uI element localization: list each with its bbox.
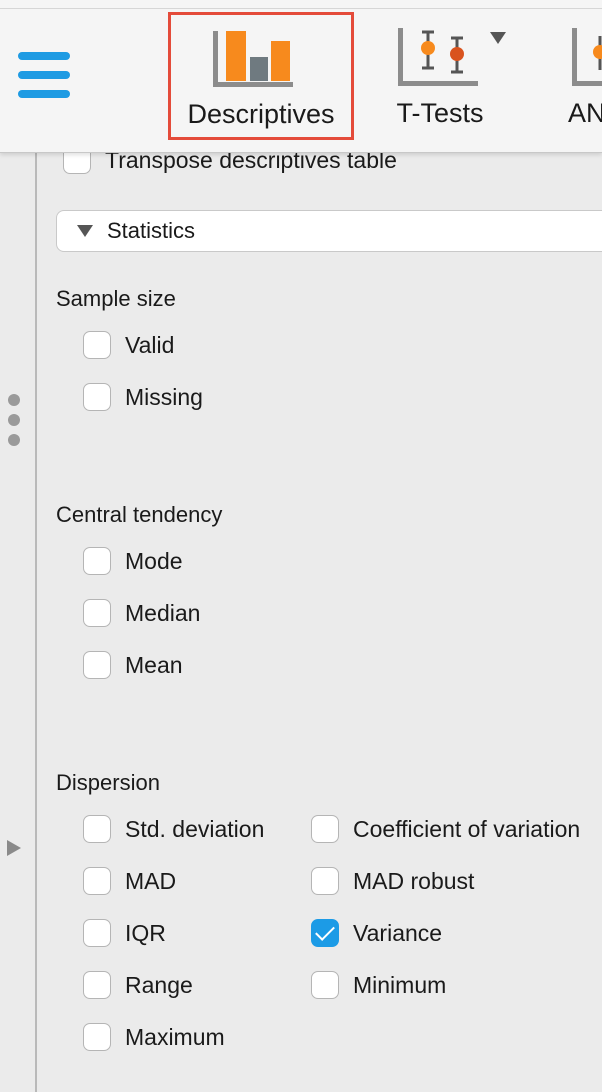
mode-label: Mode xyxy=(125,547,183,574)
descriptives-module-label: Descriptives xyxy=(187,99,335,129)
minimum-option[interactable]: Minimum xyxy=(311,970,446,1000)
minimum-label: Minimum xyxy=(353,971,447,998)
mad-robust-label: MAD robust xyxy=(353,867,475,894)
statistics-section-header[interactable]: Statistics xyxy=(56,210,602,252)
mode-checkbox[interactable] xyxy=(83,547,111,575)
descriptives-bar-chart-icon xyxy=(213,31,293,87)
splitter-grip-icon[interactable] xyxy=(8,414,20,426)
anova-icon xyxy=(572,28,602,86)
dispersion-heading: Dispersion xyxy=(56,770,160,795)
variance-checkbox[interactable] xyxy=(311,919,339,947)
descriptives-options-panel: Transpose descriptives table Statistics … xyxy=(37,152,602,1092)
iqr-option[interactable]: IQR xyxy=(83,918,166,948)
splitter-grip-icon[interactable] xyxy=(8,394,20,406)
anova-module-button[interactable]: AN xyxy=(560,12,602,140)
range-option[interactable]: Range xyxy=(83,970,193,1000)
coefficient-of-variation-label: Coefficient of variation xyxy=(353,815,581,842)
expand-panel-arrow-icon[interactable] xyxy=(7,840,21,856)
t-tests-error-bar-icon xyxy=(398,28,506,86)
ribbon-toolbar: Descriptives T-Tests AN xyxy=(0,0,602,153)
transpose-checkbox[interactable] xyxy=(63,152,91,174)
variance-option[interactable]: Variance xyxy=(311,918,442,948)
mad-label: MAD xyxy=(125,867,177,894)
central-tendency-heading: Central tendency xyxy=(56,502,223,527)
mad-robust-checkbox[interactable] xyxy=(311,867,339,895)
transpose-label: Transpose descriptives table xyxy=(105,152,397,173)
valid-label: Valid xyxy=(125,331,175,358)
hamburger-menu-icon[interactable] xyxy=(18,52,72,106)
coefficient-of-variation-option[interactable]: Coefficient of variation xyxy=(311,814,580,844)
coefficient-of-variation-checkbox[interactable] xyxy=(311,815,339,843)
mean-option[interactable]: Mean xyxy=(83,650,183,680)
missing-checkbox[interactable] xyxy=(83,383,111,411)
valid-option[interactable]: Valid xyxy=(83,330,174,360)
iqr-checkbox[interactable] xyxy=(83,919,111,947)
iqr-label: IQR xyxy=(125,919,166,946)
maximum-checkbox[interactable] xyxy=(83,1023,111,1051)
missing-label: Missing xyxy=(125,383,203,410)
median-checkbox[interactable] xyxy=(83,599,111,627)
std-deviation-label: Std. deviation xyxy=(125,815,265,842)
checkmark-icon xyxy=(315,920,335,941)
mode-option[interactable]: Mode xyxy=(83,546,183,576)
minimum-checkbox[interactable] xyxy=(311,971,339,999)
range-label: Range xyxy=(125,971,193,998)
missing-option[interactable]: Missing xyxy=(83,382,203,412)
left-panel-rail xyxy=(0,152,37,1092)
toolbar-top-divider xyxy=(0,8,602,9)
anova-module-label: AN xyxy=(568,98,602,128)
median-label: Median xyxy=(125,599,201,626)
valid-checkbox[interactable] xyxy=(83,331,111,359)
sample-size-heading: Sample size xyxy=(56,286,176,311)
maximum-option[interactable]: Maximum xyxy=(83,1022,225,1052)
statistics-section-title: Statistics xyxy=(107,218,196,243)
collapse-arrow-icon xyxy=(77,225,93,237)
median-option[interactable]: Median xyxy=(83,598,200,628)
maximum-label: Maximum xyxy=(125,1023,225,1050)
variance-label: Variance xyxy=(353,919,443,946)
range-checkbox[interactable] xyxy=(83,971,111,999)
mad-option[interactable]: MAD xyxy=(83,866,176,896)
std-deviation-checkbox[interactable] xyxy=(83,815,111,843)
t-tests-module-label: T-Tests xyxy=(396,98,484,128)
std-deviation-option[interactable]: Std. deviation xyxy=(83,814,264,844)
mad-checkbox[interactable] xyxy=(83,867,111,895)
descriptives-module-button[interactable]: Descriptives xyxy=(168,12,354,140)
mad-robust-option[interactable]: MAD robust xyxy=(311,866,474,896)
mean-checkbox[interactable] xyxy=(83,651,111,679)
splitter-grip-icon[interactable] xyxy=(8,434,20,446)
transpose-option[interactable]: Transpose descriptives table xyxy=(63,152,397,175)
mean-label: Mean xyxy=(125,651,183,678)
t-tests-module-button[interactable]: T-Tests xyxy=(378,12,506,140)
